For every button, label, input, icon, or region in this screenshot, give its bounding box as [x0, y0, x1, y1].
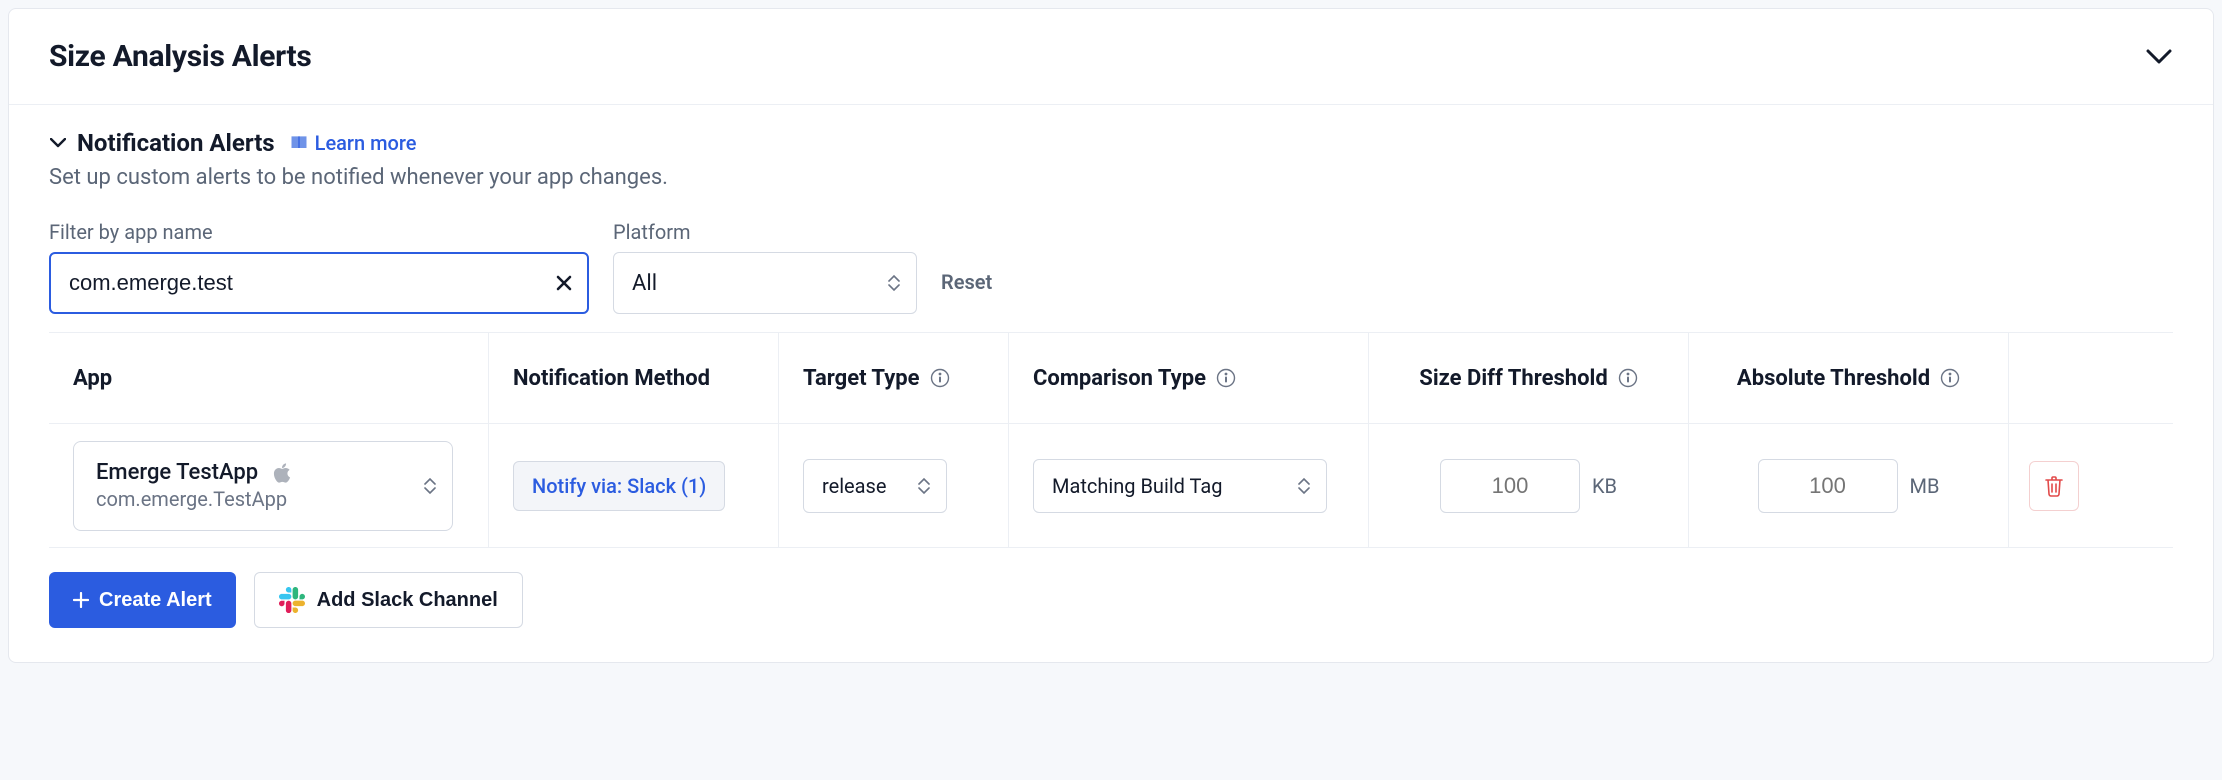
caret-sort-icon	[916, 475, 932, 497]
col-target-label: Target Type	[803, 366, 920, 391]
table-header-row: App Notification Method Target Type Comp…	[49, 332, 2173, 424]
cell-actions	[2009, 424, 2099, 547]
col-absolute-label: Absolute Threshold	[1737, 366, 1930, 391]
section-description: Set up custom alerts to be notified when…	[49, 165, 2173, 190]
size-analysis-card: Size Analysis Alerts Notification Alerts…	[8, 8, 2214, 663]
app-select[interactable]: Emerge TestApp com.emerge.TestApp	[73, 441, 453, 531]
cell-method: Notify via: Slack (1)	[489, 424, 779, 547]
footer-row: Create Alert Add Slack Channel	[49, 572, 2173, 628]
col-app: App	[49, 333, 489, 423]
create-alert-button[interactable]: Create Alert	[49, 572, 236, 628]
clear-filter-button[interactable]	[553, 272, 575, 294]
comparison-select-value: Matching Build Tag	[1052, 474, 1222, 498]
filter-row: Filter by app name Platform All	[49, 220, 2173, 314]
col-absolute: Absolute Threshold	[1689, 333, 2009, 423]
filter-app-input-wrap	[49, 252, 589, 314]
add-slack-button[interactable]: Add Slack Channel	[254, 572, 523, 628]
card-body: Notification Alerts Learn more Set up cu…	[9, 105, 2213, 662]
card-header: Size Analysis Alerts	[9, 9, 2213, 105]
learn-more-link[interactable]: Learn more	[315, 131, 417, 155]
cell-size-diff: KB	[1369, 424, 1689, 547]
cell-app: Emerge TestApp com.emerge.TestApp	[49, 424, 489, 547]
cell-target: release	[779, 424, 1009, 547]
slack-icon	[279, 587, 305, 613]
filter-app-label: Filter by app name	[49, 220, 589, 244]
col-size-diff-label: Size Diff Threshold	[1419, 366, 1607, 391]
info-icon[interactable]	[1216, 368, 1236, 388]
caret-sort-icon	[886, 272, 902, 294]
add-slack-label: Add Slack Channel	[317, 589, 498, 612]
caret-sort-icon	[1296, 475, 1312, 497]
app-name: Emerge TestApp	[96, 460, 258, 485]
col-method: Notification Method	[489, 333, 779, 423]
app-id: com.emerge.TestApp	[96, 487, 404, 511]
target-select[interactable]: release	[803, 459, 947, 513]
info-icon[interactable]	[1940, 368, 1960, 388]
filter-app-input[interactable]	[49, 252, 589, 314]
trash-icon	[2044, 475, 2064, 497]
info-icon[interactable]	[930, 368, 950, 388]
col-comparison-label: Comparison Type	[1033, 366, 1206, 391]
book-icon	[289, 133, 309, 153]
cell-comparison: Matching Build Tag	[1009, 424, 1369, 547]
alerts-table: App Notification Method Target Type Comp…	[49, 332, 2173, 548]
size-diff-unit: KB	[1592, 474, 1617, 498]
section-heading: Notification Alerts	[77, 129, 275, 157]
size-diff-input[interactable]	[1440, 459, 1580, 513]
platform-select-value: All	[632, 271, 657, 296]
delete-button[interactable]	[2029, 461, 2079, 511]
section-heading-row: Notification Alerts Learn more	[49, 129, 2173, 157]
platform-select[interactable]: All	[613, 252, 917, 314]
caret-sort-icon	[422, 475, 438, 497]
card-title: Size Analysis Alerts	[49, 39, 311, 74]
plus-icon	[73, 592, 89, 608]
col-target: Target Type	[779, 333, 1009, 423]
section-collapse-toggle[interactable]	[49, 134, 67, 152]
target-select-value: release	[822, 474, 886, 498]
cell-absolute: MB	[1689, 424, 2009, 547]
collapse-toggle[interactable]	[2145, 43, 2173, 71]
filter-app-group: Filter by app name	[49, 220, 589, 314]
absolute-unit: MB	[1910, 474, 1940, 498]
reset-button[interactable]: Reset	[941, 252, 992, 314]
close-icon	[556, 275, 572, 291]
filter-platform-group: Platform All	[613, 220, 917, 314]
col-actions	[2009, 333, 2099, 423]
create-alert-label: Create Alert	[99, 589, 212, 612]
chevron-down-icon	[2146, 49, 2172, 65]
col-comparison: Comparison Type	[1009, 333, 1369, 423]
apple-icon	[272, 462, 292, 484]
info-icon[interactable]	[1618, 368, 1638, 388]
table-row: Emerge TestApp com.emerge.TestApp Notify…	[49, 424, 2173, 548]
learn-more-group: Learn more	[289, 131, 417, 155]
notification-method-badge[interactable]: Notify via: Slack (1)	[513, 461, 725, 511]
comparison-select[interactable]: Matching Build Tag	[1033, 459, 1327, 513]
filter-platform-label: Platform	[613, 220, 917, 244]
chevron-down-icon	[50, 138, 66, 148]
absolute-input[interactable]	[1758, 459, 1898, 513]
col-size-diff: Size Diff Threshold	[1369, 333, 1689, 423]
